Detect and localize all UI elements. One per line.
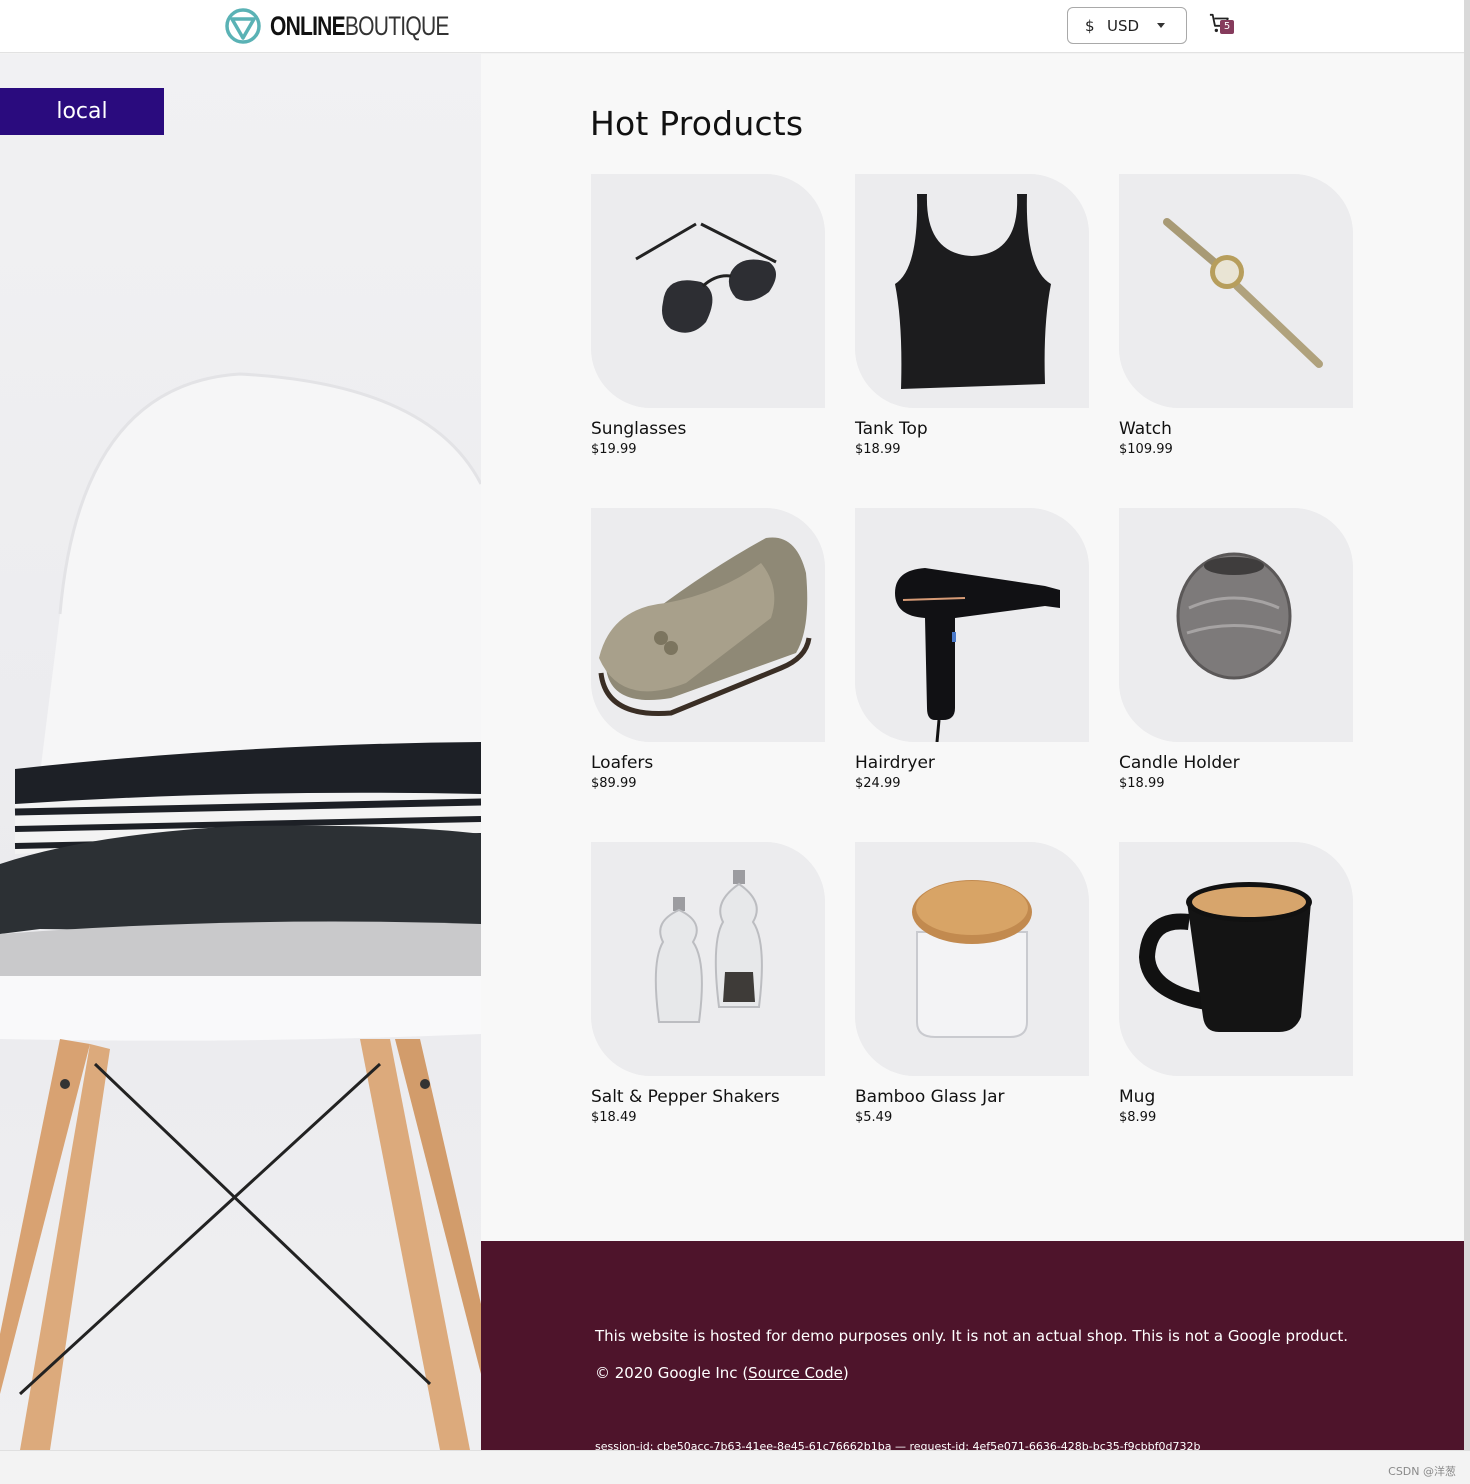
product-card-salt-pepper-shakers[interactable]: Salt & Pepper Shakers $18.49 (591, 842, 825, 1176)
product-price: $8.99 (1119, 1110, 1157, 1125)
product-image[interactable] (1119, 508, 1353, 742)
copyright-prefix: © 2020 Google Inc ( (595, 1364, 749, 1382)
product-price: $5.49 (855, 1110, 893, 1125)
product-name[interactable]: Hairdryer (855, 753, 1089, 773)
hero-image: local (0, 54, 481, 1450)
product-image[interactable] (591, 842, 825, 1076)
logo-text-bold: ONLINE (270, 10, 346, 41)
product-image[interactable] (591, 174, 825, 408)
product-image[interactable] (855, 842, 1089, 1076)
product-card-mug[interactable]: Mug $8.99 (1119, 842, 1353, 1176)
loafers-image (591, 508, 825, 742)
candle-holder-image (1119, 508, 1353, 742)
watch-image (1119, 174, 1353, 408)
currency-symbol: $ (1085, 16, 1095, 35)
sunglasses-image (591, 174, 825, 408)
salt-pepper-image (591, 842, 825, 1076)
top-nav-bar: ONLINEBOUTIQUE $ USD 5 (0, 0, 1464, 53)
currency-select[interactable]: $ USD (1067, 7, 1187, 44)
product-price: $18.99 (1119, 776, 1165, 791)
product-image[interactable] (855, 174, 1089, 408)
window-edge (1464, 0, 1470, 1450)
product-price: $109.99 (1119, 442, 1173, 457)
copyright-suffix: ) (842, 1364, 849, 1382)
footer: This website is hosted for demo purposes… (481, 1241, 1464, 1450)
bottom-strip: CSDN @洋葱 (0, 1450, 1470, 1484)
product-card-bamboo-glass-jar[interactable]: Bamboo Glass Jar $5.49 (855, 842, 1089, 1176)
watermark: CSDN @洋葱 (1388, 1465, 1456, 1478)
bamboo-jar-image (855, 842, 1089, 1076)
product-card-sunglasses[interactable]: Sunglasses $19.99 (591, 174, 825, 508)
product-name[interactable]: Sunglasses (591, 419, 825, 439)
product-card-hairdryer[interactable]: Hairdryer $24.99 (855, 508, 1089, 842)
product-price: $19.99 (591, 442, 637, 457)
product-name[interactable]: Loafers (591, 753, 825, 773)
footer-disclaimer: This website is hosted for demo purposes… (595, 1327, 1349, 1345)
hairdryer-image (855, 508, 1089, 742)
product-image[interactable] (855, 508, 1089, 742)
page-title: Hot Products (590, 104, 804, 143)
product-name[interactable]: Candle Holder (1119, 753, 1353, 773)
source-code-link[interactable]: Source Code (748, 1364, 843, 1382)
logo-icon (225, 8, 261, 44)
product-image[interactable] (1119, 842, 1353, 1076)
logo-text: ONLINEBOUTIQUE (270, 11, 449, 42)
product-name[interactable]: Tank Top (855, 419, 1089, 439)
product-card-loafers[interactable]: Loafers $89.99 (591, 508, 825, 842)
product-price: $18.99 (855, 442, 901, 457)
product-price: $18.49 (591, 1110, 637, 1125)
product-price: $24.99 (855, 776, 901, 791)
mug-image (1119, 842, 1353, 1076)
footer-copyright: © 2020 Google Inc (Source Code) (595, 1364, 849, 1382)
cart-button[interactable]: 5 (1209, 13, 1237, 37)
product-card-candle-holder[interactable]: Candle Holder $18.99 (1119, 508, 1353, 842)
product-card-watch[interactable]: Watch $109.99 (1119, 174, 1353, 508)
product-name[interactable]: Mug (1119, 1087, 1353, 1107)
product-name[interactable]: Watch (1119, 419, 1353, 439)
tank-top-image (855, 174, 1089, 408)
chair-with-clothes-image (0, 372, 481, 1450)
product-grid: Sunglasses $19.99 Tank Top $18.99 Watch … (591, 174, 1355, 1176)
logo-text-light: BOUTIQUE (344, 10, 450, 41)
logo[interactable]: ONLINEBOUTIQUE (224, 7, 499, 45)
product-image[interactable] (1119, 174, 1353, 408)
main-content: Hot Products Sunglasses $19.99 Tank Top … (481, 54, 1464, 1241)
cart-count-badge: 5 (1220, 20, 1234, 34)
product-price: $89.99 (591, 776, 637, 791)
product-name[interactable]: Salt & Pepper Shakers (591, 1087, 825, 1107)
chevron-down-icon (1157, 23, 1165, 28)
session-info: session-id: cbe50acc-7b63-41ee-8e45-61c7… (595, 1440, 1201, 1450)
product-card-tank-top[interactable]: Tank Top $18.99 (855, 174, 1089, 508)
currency-code: USD (1107, 16, 1140, 35)
product-image[interactable] (591, 508, 825, 742)
product-name[interactable]: Bamboo Glass Jar (855, 1087, 1089, 1107)
environment-badge: local (0, 88, 164, 135)
